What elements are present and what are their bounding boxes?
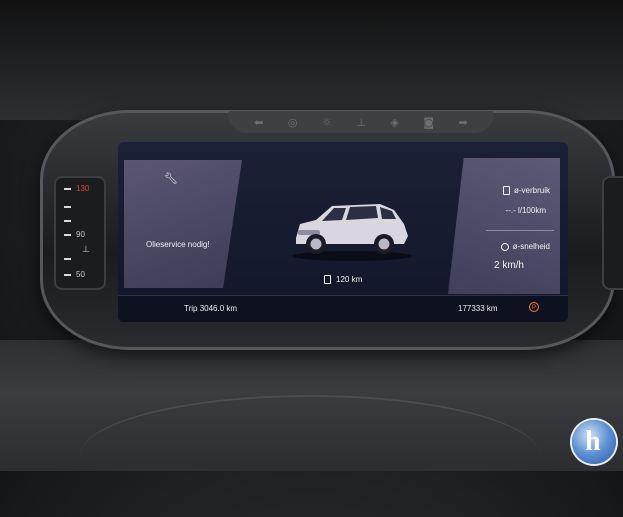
gauge-label-bottom: 50: [76, 270, 85, 279]
trip-computer-panel: [448, 158, 560, 294]
status-bar: Trip 3046.0 km 177333 km P: [118, 295, 568, 322]
parking-brake-icon: P: [529, 302, 539, 312]
avg-consumption-value: --.- l/100km: [505, 206, 546, 215]
warning-icon: ◎: [287, 115, 298, 129]
dashboard-top: [0, 0, 623, 120]
avg-speed-title: ø-snelheid: [500, 242, 550, 251]
service-message: Olieservice nodig!: [146, 240, 210, 249]
service-panel: 🔧︎ Olieservice nodig!: [124, 160, 242, 288]
watermark-logo: h: [572, 420, 616, 464]
wrench-icon: 🔧︎: [164, 172, 178, 185]
speedometer-icon: [500, 242, 509, 251]
odometer: 177333 km: [458, 304, 498, 313]
panel-divider: [486, 230, 554, 231]
dashboard-trim: [80, 395, 540, 517]
coolant-temp-icon: ⊥: [82, 244, 90, 254]
trip-distance: Trip 3046.0 km: [184, 304, 238, 313]
avg-speed-value: 2 km/h: [493, 260, 524, 271]
speed-scale-gauge: 130 90 ⊥ 50: [54, 176, 106, 290]
engine-icon: ◈: [390, 115, 399, 129]
warning-light-strip: ⬅ ◎ ☼ ⊥ ◈ ◙ ➡: [228, 111, 494, 133]
fuel-scale-gauge: [602, 176, 623, 290]
avg-consumption-label: ø-verbruik: [513, 186, 550, 195]
right-indicator-icon: ➡: [458, 115, 468, 129]
instrument-display: 🔧︎ Olieservice nodig! 120 km ø-verbruik …: [118, 142, 568, 322]
left-indicator-icon: ⬅: [254, 115, 264, 129]
seatbelt-icon: ⊥: [356, 115, 366, 129]
avg-consumption-title: ø-verbruik: [502, 186, 550, 195]
lights-icon: ☼: [322, 115, 332, 129]
car-image: [292, 204, 412, 261]
fuel-icon: [324, 275, 331, 284]
range-value: 120 km: [336, 275, 363, 284]
gauge-label-mid: 90: [76, 230, 85, 239]
gauge-label-top: 130: [76, 184, 90, 193]
airbag-icon: ◙: [423, 115, 435, 129]
range-display: 120 km: [324, 275, 362, 284]
fuel-icon: [502, 186, 510, 195]
avg-speed-label: ø-snelheid: [512, 242, 550, 251]
